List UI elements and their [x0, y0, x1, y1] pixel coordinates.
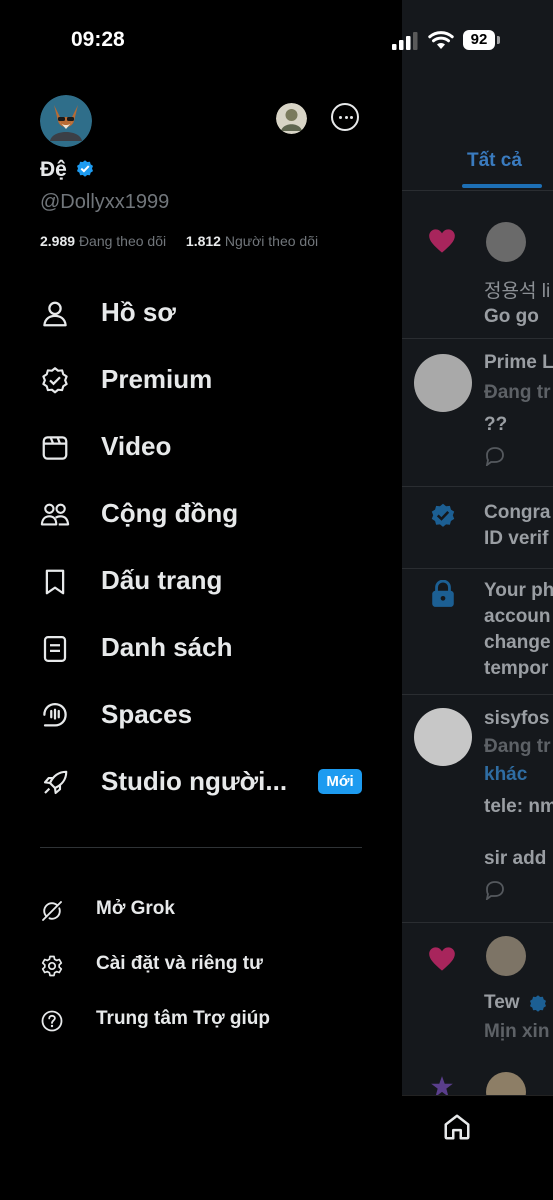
more-options-button[interactable] [331, 103, 359, 131]
verified-badge-icon [77, 160, 93, 177]
notification-item[interactable]: Your ph accoun change tempor [402, 568, 553, 695]
menu-item-label: Dấu trang [101, 565, 223, 595]
avatar [414, 354, 472, 412]
menu-item-communities[interactable]: Cộng đồng [40, 492, 370, 536]
notification-item[interactable]: 정용석 li Go go [402, 192, 553, 339]
reply-icon[interactable] [484, 446, 506, 466]
status-time: 09:28 [71, 28, 125, 51]
verified-badge-icon [530, 995, 546, 1012]
notification-text: Mịn xin [484, 1021, 550, 1042]
notification-item[interactable]: Tew Mịn xin [402, 922, 553, 1062]
verified-badge-icon [431, 503, 455, 527]
bookmark-icon [45, 569, 65, 595]
followers-label: Người theo dõi [224, 233, 319, 249]
notification-name: Tew [484, 992, 520, 1013]
menu-item-label: Studio người... [101, 766, 288, 796]
battery-tip [497, 36, 500, 44]
menu-item-bookmarks[interactable]: Dấu trang [40, 559, 370, 603]
grok-icon [42, 901, 62, 921]
notification-text: ?? [484, 414, 508, 435]
profile-avatar[interactable] [40, 95, 92, 147]
notification-text: ID verif [484, 528, 549, 549]
notifications-tabbar: Tất cả [402, 130, 553, 191]
menu-item-label: Spaces [101, 699, 193, 729]
menu-item-label: Hồ sơ [101, 297, 176, 327]
notification-item[interactable]: Prime L Đang tr ?? [402, 338, 553, 487]
notification-name: sisyfos [484, 708, 550, 729]
notification-name: Prime L [484, 352, 553, 373]
menu-item-label: Danh sách [101, 632, 233, 662]
lock-icon [432, 580, 454, 607]
notification-text: tele: nm [484, 796, 553, 817]
menu-item-label: Cộng đồng [101, 498, 239, 528]
menu-item-lists[interactable]: Danh sách [40, 626, 370, 670]
menu-item-label: Cài đặt và riêng tư [96, 953, 263, 974]
switch-account-avatar[interactable] [276, 103, 307, 134]
fox-avatar-image [40, 95, 92, 147]
menu-item-label: Trung tâm Trợ giúp [96, 1008, 270, 1029]
bottom-tab-bar [402, 1095, 553, 1200]
notification-item[interactable]: Congra ID verif [402, 486, 553, 569]
menu-item-label: Mở Grok [96, 898, 175, 919]
video-icon [42, 436, 68, 460]
communities-icon [40, 503, 70, 526]
notification-text: Đang tr [484, 382, 551, 403]
notification-text: tempor [484, 658, 549, 679]
help-icon [41, 1010, 63, 1032]
notification-text: sir add [484, 848, 547, 869]
display-name[interactable]: Đệ [40, 158, 67, 182]
heart-icon [429, 229, 455, 253]
verified-badge-icon [42, 367, 68, 394]
background-feed: Tất cả 정용석 li Go go Prime L Đang tr ?? C… [402, 0, 553, 1200]
user-handle: @Dollyxx1999 [40, 191, 170, 213]
notification-text: accoun [484, 606, 551, 627]
menu-item-label: Video [101, 431, 172, 461]
avatar [414, 708, 472, 766]
notification-text: Your ph [484, 580, 553, 601]
menu-item-label: Premium [101, 364, 213, 394]
menu-item-profile[interactable]: Hồ sơ [40, 291, 370, 335]
notification-text: change [484, 632, 551, 653]
following-link[interactable]: 2.989 Đang theo dõi [40, 233, 166, 249]
battery-indicator: 92 [463, 30, 495, 50]
menu-item-premium[interactable]: Premium [40, 358, 370, 402]
notification-item[interactable]: sisyfos Đang tr khác tele: nm sir add [402, 694, 553, 923]
notification-link[interactable]: khác [484, 764, 527, 786]
gear-icon [41, 955, 63, 977]
menu-item-settings[interactable]: Cài đặt và riêng tư [40, 952, 370, 982]
menu-item-video[interactable]: Video [40, 425, 370, 469]
spaces-icon [43, 702, 67, 727]
person-icon [43, 301, 67, 327]
menu-item-help-center[interactable]: Trung tâm Trợ giúp [40, 1007, 370, 1037]
menu-divider [40, 847, 362, 848]
heart-icon [429, 947, 455, 971]
new-badge: Mới [318, 769, 362, 794]
follow-stats: 2.989 Đang theo dõi 1.812 Người theo dõi [40, 233, 318, 249]
avatar [486, 222, 526, 262]
followers-count: 1.812 [185, 233, 221, 249]
menu-item-spaces[interactable]: Spaces [40, 693, 370, 737]
following-label: Đang theo dõi [78, 233, 167, 249]
avatar [486, 936, 526, 976]
reply-icon[interactable] [484, 880, 506, 900]
menu-item-grok[interactable]: Mở Grok [40, 897, 370, 927]
notification-text: Go go [484, 306, 539, 327]
notification-text: Congra [484, 502, 551, 523]
navigation-drawer: 09:28 92 Đệ @Dollyxx1999 2.989 Đang theo… [0, 0, 500, 1200]
following-count: 2.989 [40, 233, 76, 249]
notification-text: 정용석 li [484, 281, 551, 302]
wifi-icon [428, 31, 454, 49]
tab-all[interactable]: Tất cả [467, 150, 522, 172]
rocket-icon [43, 770, 68, 795]
followers-link[interactable]: 1.812 Người theo dõi [186, 233, 318, 249]
list-icon [43, 636, 67, 662]
home-icon[interactable] [442, 1112, 472, 1142]
notification-text: Đang tr [484, 736, 551, 757]
tab-underline [462, 184, 542, 188]
cellular-signal-icon [392, 32, 418, 50]
account-avatar-image [276, 103, 307, 134]
